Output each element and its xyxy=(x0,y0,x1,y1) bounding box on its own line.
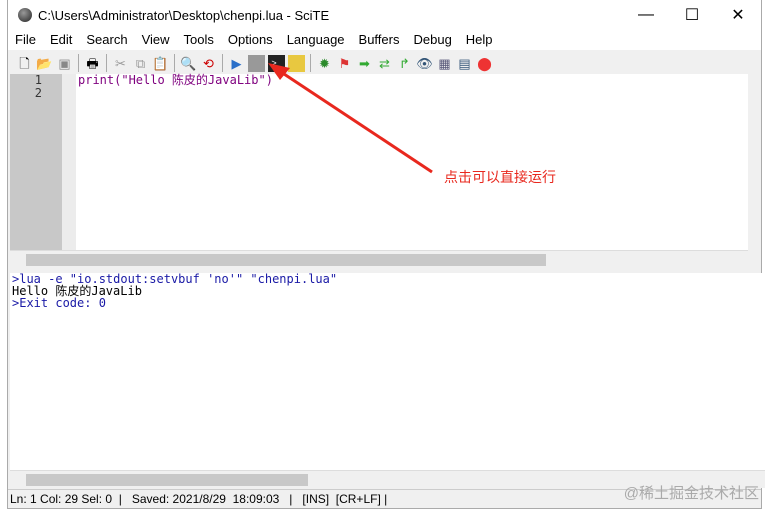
annotation-arrow xyxy=(268,63,433,174)
watermark: @稀土掘金技术社区 xyxy=(623,485,759,502)
annotation-text: 点击可以直接运行 xyxy=(444,169,556,185)
